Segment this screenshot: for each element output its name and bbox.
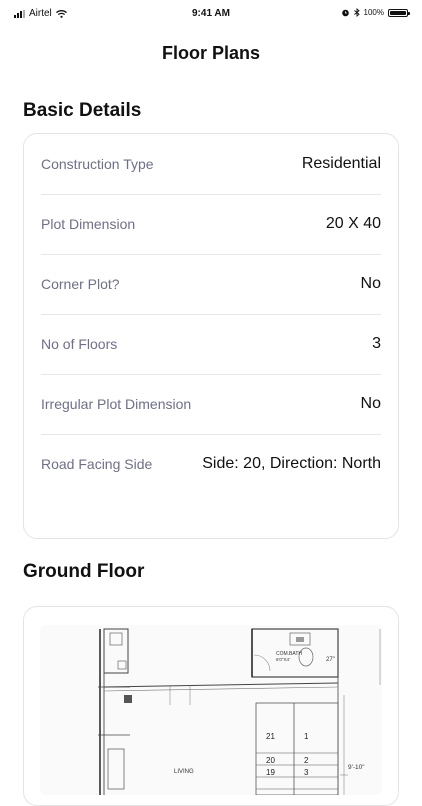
detail-label: Construction Type: [41, 156, 154, 172]
plan-label-living: LIVING: [174, 769, 194, 775]
ground-floor-card[interactable]: COM.BATH 6'0"X4' 27" 21 1 20 2 19 3 9'-1…: [23, 606, 399, 806]
stair-step-2: 2: [304, 756, 309, 765]
detail-label: Plot Dimension: [41, 216, 136, 232]
detail-row-irregular-plot: Irregular Plot Dimension No: [41, 374, 381, 435]
plan-label-dim-27: 27": [326, 657, 335, 663]
stair-step-21: 21: [266, 732, 275, 741]
detail-row-construction-type: Construction Type Residential: [41, 134, 381, 195]
stair-step-3: 3: [304, 768, 309, 777]
detail-value: No: [360, 395, 381, 412]
detail-row-road-facing-side: Road Facing Side Side: 20, Direction: No…: [41, 434, 381, 494]
detail-label: Corner Plot?: [41, 276, 120, 292]
floor-plan-image[interactable]: COM.BATH 6'0"X4' 27" 21 1 20 2 19 3 9'-1…: [40, 625, 382, 795]
bluetooth-icon: [353, 8, 360, 17]
detail-value: 20 X 40: [325, 215, 381, 232]
detail-value: Residential: [301, 155, 381, 172]
detail-label: No of Floors: [41, 336, 118, 352]
stair-step-1: 1: [304, 732, 309, 741]
battery-percent: 100%: [363, 8, 384, 17]
detail-value: No: [360, 275, 381, 292]
detail-value: Side: 20, Direction: North: [202, 455, 381, 472]
status-bar: Airtel 9:41 AM 100%: [0, 0, 422, 28]
detail-row-plot-dimension: Plot Dimension 20 X 40: [41, 194, 381, 255]
detail-label: Road Facing Side: [41, 456, 153, 472]
alarm-icon: [341, 9, 349, 17]
plan-label-com-bath-size: 6'0"X4': [276, 657, 290, 662]
basic-details-card: Construction Type Residential Plot Dimen…: [23, 133, 399, 539]
page-title: Floor Plans: [161, 43, 260, 63]
detail-value: 3: [372, 335, 381, 352]
floor-plan-drawing: COM.BATH 6'0"X4' 27" 21 1 20 2 19 3 9'-1…: [40, 625, 382, 795]
stair-step-19: 19: [266, 768, 275, 777]
basic-details-title: Basic Details: [23, 100, 142, 121]
stair-step-20: 20: [266, 756, 275, 765]
battery-icon: [388, 8, 410, 17]
plan-label-dim-9-10: 9'-10": [348, 764, 365, 771]
ground-floor-title: Ground Floor: [23, 561, 145, 582]
detail-row-corner-plot: Corner Plot? No: [41, 254, 381, 315]
detail-row-no-of-floors: No of Floors 3: [41, 314, 381, 375]
detail-label: Irregular Plot Dimension: [41, 396, 192, 412]
status-right: 100%: [341, 8, 410, 17]
